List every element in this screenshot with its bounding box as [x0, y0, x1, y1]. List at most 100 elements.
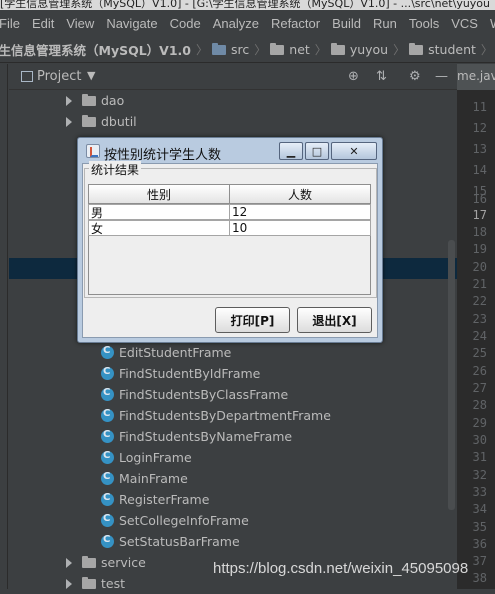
menu-analyze[interactable]: Analyze: [207, 16, 265, 31]
tree-item-label: dao: [101, 93, 125, 108]
hide-icon[interactable]: —: [435, 69, 448, 84]
tree-item-class[interactable]: FindStudentByIdFrame: [101, 363, 260, 384]
chevron-right-icon[interactable]: [66, 116, 72, 127]
table-cell-gender[interactable]: 男: [88, 204, 230, 220]
breadcrumb-net-label: net: [289, 42, 310, 57]
line-number: 36: [472, 537, 487, 551]
menu-navigate[interactable]: Navigate: [100, 16, 163, 31]
column-header-gender[interactable]: 性别: [88, 184, 230, 204]
menu-code[interactable]: Code: [164, 16, 207, 31]
line-number: 21: [472, 277, 487, 291]
menu-window[interactable]: Window: [484, 16, 495, 31]
tree-item-dbutil[interactable]: dbutil: [66, 111, 137, 132]
tree-item-class[interactable]: SetStatusBarFrame: [101, 531, 240, 552]
tree-item-label: RegisterFrame: [119, 492, 210, 507]
package-icon: [82, 576, 96, 589]
tree-item-label: SetStatusBarFrame: [119, 534, 240, 549]
chevron-down-icon[interactable]: ▼: [87, 69, 95, 82]
tree-item-class[interactable]: MainFrame: [101, 468, 188, 489]
column-header-count[interactable]: 人数: [229, 184, 371, 204]
line-number: 26: [472, 364, 487, 378]
project-panel-title[interactable]: Project: [37, 69, 81, 84]
menu-vcs[interactable]: VCS: [445, 16, 484, 31]
class-icon: [101, 387, 114, 401]
menu-file[interactable]: File: [0, 16, 26, 31]
package-icon: [82, 93, 96, 106]
tree-item-class[interactable]: FindStudentsByClassFrame: [101, 384, 288, 405]
breadcrumb-src-label: src: [231, 42, 250, 57]
line-number: 20: [472, 260, 487, 274]
collapse-icon[interactable]: ⇅: [376, 69, 387, 84]
chevron-right-icon[interactable]: [66, 578, 72, 589]
tree-item-dao[interactable]: dao: [66, 90, 124, 111]
tree-item-class[interactable]: LoginFrame: [101, 447, 192, 468]
class-icon: [101, 513, 114, 527]
close-button[interactable]: ✕: [331, 142, 377, 160]
chevron-right-icon[interactable]: [66, 95, 72, 106]
class-icon: [101, 429, 114, 443]
tree-item-test[interactable]: test: [66, 573, 125, 594]
project-panel-header: Project ▼ ⊕ ⇅ ⚙ —: [9, 64, 457, 90]
dialog-title-bar[interactable]: 按性别统计学生人数 ▁ □ ✕: [84, 141, 378, 163]
editor-tab[interactable]: me.java: [457, 64, 495, 90]
tree-item-label: EditStudentFrame: [119, 345, 232, 360]
project-icon: [21, 71, 33, 82]
locate-icon[interactable]: ⊕: [348, 69, 359, 84]
ide-title-bar: [学生信息管理系统（MySQL）V1.0] - [G:\学生信息管理系统（MyS…: [0, 0, 495, 10]
tree-item-class[interactable]: SetCollegeInfoFrame: [101, 510, 249, 531]
tree-item-label: FindStudentByIdFrame: [119, 366, 261, 381]
tree-item-label: SetCollegeInfoFrame: [119, 513, 249, 528]
breadcrumb-student[interactable]: student 〉: [409, 41, 495, 58]
gear-icon[interactable]: ⚙: [409, 69, 421, 84]
scrollbar-thumb[interactable]: [448, 240, 455, 510]
table-cell-gender[interactable]: 女: [88, 220, 230, 236]
menu-run[interactable]: Run: [367, 16, 403, 31]
breadcrumb-src[interactable]: src 〉: [212, 41, 270, 58]
tree-item-class[interactable]: EditStudentFrame: [101, 342, 231, 363]
breadcrumb-yuyou[interactable]: yuyou 〉: [330, 41, 409, 58]
tree-item-class[interactable]: FindStudentsByNameFrame: [101, 426, 292, 447]
group-box-label: 统计结果: [89, 161, 142, 178]
menu-refactor[interactable]: Refactor: [265, 16, 326, 31]
tree-item-class[interactable]: RegisterFrame: [101, 489, 209, 510]
breadcrumb-net[interactable]: net 〉: [270, 41, 331, 58]
tree-item-service[interactable]: service: [66, 552, 146, 573]
tree-item-label: FindStudentsByDepartmentFrame: [119, 408, 331, 423]
folder-icon: [409, 42, 424, 55]
menu-bar: File Edit View Navigate Code Analyze Ref…: [0, 10, 495, 37]
left-tool-strip[interactable]: [0, 64, 8, 589]
tree-item-class[interactable]: FindStudentsByDepartmentFrame: [101, 405, 331, 426]
line-number: 27: [472, 381, 487, 395]
maximize-button[interactable]: □: [305, 142, 329, 160]
line-number: 29: [472, 416, 487, 430]
line-number: 19: [472, 242, 487, 256]
class-icon: [101, 534, 114, 548]
exit-button[interactable]: 退出[X]: [297, 307, 372, 333]
minimize-button[interactable]: ▁: [279, 142, 303, 160]
class-icon: [101, 471, 114, 485]
class-icon: [101, 345, 114, 359]
line-number: 32: [472, 468, 487, 482]
folder-icon: [270, 42, 285, 55]
class-icon: [101, 366, 114, 380]
menu-tools[interactable]: Tools: [403, 16, 445, 31]
line-number: 13: [472, 142, 487, 156]
menu-edit[interactable]: Edit: [26, 16, 60, 31]
breadcrumb-project[interactable]: 学生信息管理系统（MySQL）V1.0 〉: [0, 40, 212, 59]
tree-item-label: FindStudentsByClassFrame: [119, 387, 289, 402]
watermark: https://blog.csdn.net/weixin_45095098: [213, 560, 469, 577]
line-number: 35: [472, 520, 487, 534]
breadcrumb-student-label: student: [428, 42, 476, 57]
table-cell-count[interactable]: 12: [229, 204, 371, 220]
menu-view[interactable]: View: [60, 16, 100, 31]
class-icon: [101, 408, 114, 422]
line-number: 34: [472, 502, 487, 516]
line-number: 28: [472, 398, 487, 412]
table-cell-count[interactable]: 10: [229, 220, 371, 236]
current-line-number: 17: [472, 208, 487, 222]
print-button[interactable]: 打印[P]: [215, 307, 290, 333]
chevron-right-icon[interactable]: [66, 557, 72, 568]
breadcrumb-project-label: 学生信息管理系统（MySQL）V1.0: [0, 43, 191, 58]
menu-build[interactable]: Build: [326, 16, 367, 31]
line-number: 11: [472, 100, 487, 114]
